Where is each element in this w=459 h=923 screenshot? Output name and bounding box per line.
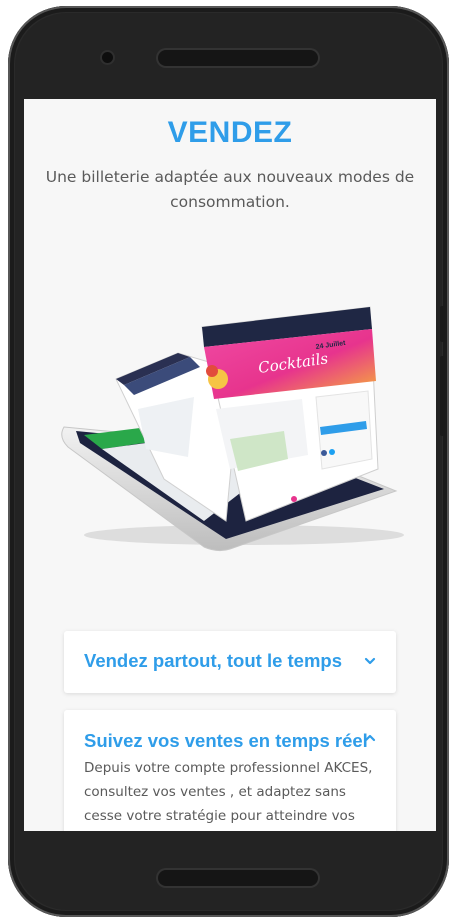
page-title: VENDEZ — [167, 116, 293, 149]
accordion-item-vendez-partout[interactable]: Vendez partout, tout le temps — [64, 631, 396, 693]
tablet-illustration: Cocktails 24 Juillet — [61, 306, 404, 552]
volume-button — [440, 306, 445, 342]
power-button — [440, 356, 445, 436]
accordion-item-suivez-ventes[interactable]: Suivez vos ventes en temps réel Depuis v… — [64, 710, 396, 831]
chevron-down-icon[interactable] — [362, 653, 378, 669]
earpiece-speaker — [158, 50, 318, 66]
front-camera — [102, 52, 113, 63]
chevron-up-icon[interactable] — [362, 730, 378, 746]
accordion-title[interactable]: Vendez partout, tout le temps — [84, 650, 342, 672]
accordion-body: Depuis votre compte professionnel AKCES,… — [84, 760, 373, 824]
accordion-title[interactable]: Suivez vos ventes en temps réel — [84, 730, 368, 752]
bottom-speaker — [158, 870, 318, 886]
screen: VENDEZ Une billeterie adaptée aux nouvea… — [24, 99, 436, 831]
page-subtitle: Une billeterie adaptée aux nouveaux mode… — [45, 168, 415, 211]
